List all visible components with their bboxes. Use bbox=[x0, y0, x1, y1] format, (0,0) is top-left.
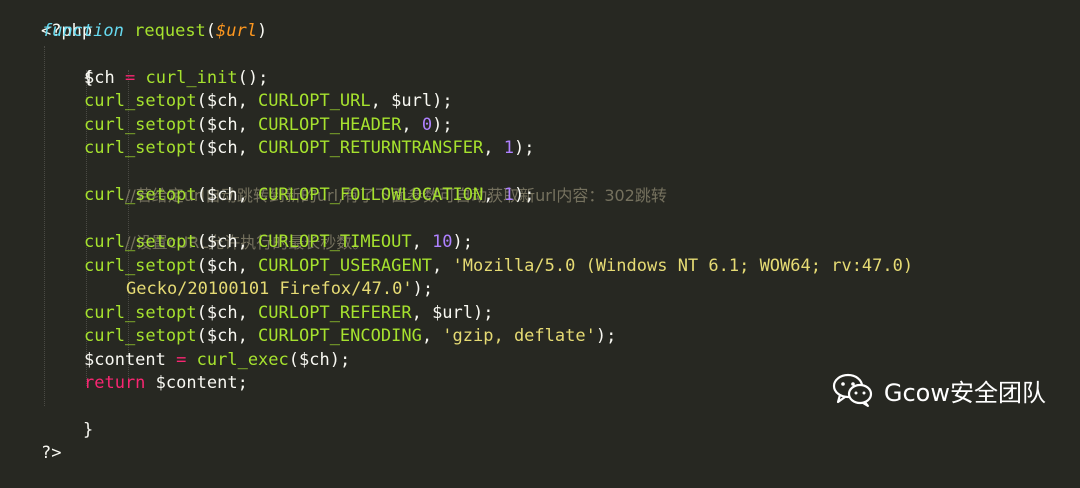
return-keyword: return bbox=[84, 373, 146, 393]
fn-curl-setopt: curl_setopt bbox=[84, 232, 197, 252]
const-curlopt-timeout: CURLOPT_TIMEOUT bbox=[258, 232, 412, 252]
code-line-close-brace: } bbox=[42, 396, 93, 440]
code-line-content-exec: $content = curl_exec($ch); bbox=[84, 350, 351, 370]
var-ch: $ch bbox=[206, 232, 238, 252]
code-line-setopt-referer: curl_setopt($ch, CURLOPT_REFERER, $url); bbox=[84, 303, 494, 323]
var-content: $content bbox=[155, 373, 238, 393]
const-curlopt-followlocation: CURLOPT_FOLLOWLOCATION bbox=[258, 185, 484, 205]
var-ch: $ch bbox=[206, 303, 238, 323]
code-line-ch-init: $ch = curl_init(); bbox=[84, 68, 269, 88]
var-ch: $ch bbox=[206, 326, 238, 346]
var-ch: $ch bbox=[206, 91, 238, 111]
code-line-return: return $content; bbox=[84, 373, 248, 393]
code-line-setopt-url: curl_setopt($ch, CURLOPT_URL, $url); bbox=[84, 91, 453, 111]
num-ten: 10 bbox=[432, 232, 453, 252]
code-line-useragent-wrap: Gecko/20100101 Firefox/47.0'); bbox=[126, 279, 434, 299]
code-line-comment-timeout: //设置cURL允许执行的最长秒数。 bbox=[84, 208, 368, 252]
var-content: $content bbox=[84, 350, 166, 370]
code-line-setopt-header: curl_setopt($ch, CURLOPT_HEADER, 0); bbox=[84, 115, 453, 135]
close-brace: } bbox=[82, 420, 94, 440]
code-line-setopt-encoding: curl_setopt($ch, CURLOPT_ENCODING, 'gzip… bbox=[84, 326, 617, 346]
string-useragent-part2: Gecko/20100101 Firefox/47.0' bbox=[126, 279, 413, 299]
watermark-label: Gcow安全团队 bbox=[883, 378, 1046, 407]
var-url: $url bbox=[432, 303, 474, 323]
var-ch: $ch bbox=[206, 138, 238, 158]
var-ch: $ch bbox=[206, 115, 238, 135]
string-encoding: 'gzip, deflate' bbox=[442, 326, 596, 346]
fn-curl-setopt: curl_setopt bbox=[84, 303, 197, 323]
code-line-comment-redirect: //若给定url自动跳转到新的url,有了下面参数可自动获取新url内容：302… bbox=[84, 161, 667, 205]
function-name: request bbox=[134, 21, 206, 41]
const-curlopt-header: CURLOPT_HEADER bbox=[258, 115, 402, 135]
fn-curl-setopt: curl_setopt bbox=[84, 256, 197, 276]
php-close-tag: ?> bbox=[40, 443, 62, 463]
const-curlopt-referer: CURLOPT_REFERER bbox=[258, 303, 412, 323]
code-line-setopt-return: curl_setopt($ch, CURLOPT_RETURNTRANSFER,… bbox=[84, 138, 535, 158]
fn-curl-exec: curl_exec bbox=[196, 350, 289, 370]
assign-op: = bbox=[176, 350, 187, 370]
var-ch: $ch bbox=[206, 256, 238, 276]
string-useragent-part1: 'Mozilla/5.0 (Windows NT 6.1; WOW64; rv:… bbox=[452, 256, 914, 276]
code-line-close-tag: ?> bbox=[0, 419, 61, 463]
var-ch: $ch bbox=[84, 68, 115, 88]
fn-curl-setopt: curl_setopt bbox=[84, 115, 197, 135]
assign-op: = bbox=[124, 68, 136, 88]
fn-curl-init: curl_init bbox=[145, 68, 238, 88]
var-ch: $ch bbox=[299, 350, 330, 370]
const-curlopt-encoding: CURLOPT_ENCODING bbox=[258, 326, 422, 346]
code-line-setopt-useragent: curl_setopt($ch, CURLOPT_USERAGENT, 'Moz… bbox=[84, 256, 914, 276]
function-param: $url bbox=[216, 21, 257, 41]
fn-curl-setopt: curl_setopt bbox=[84, 138, 197, 158]
const-curlopt-returntransfer: CURLOPT_RETURNTRANSFER bbox=[258, 138, 484, 158]
function-keyword: function bbox=[42, 21, 124, 41]
const-curlopt-url: CURLOPT_URL bbox=[258, 91, 371, 111]
code-line-open-brace: { bbox=[42, 44, 93, 88]
num-one: 1 bbox=[503, 185, 514, 205]
num-one: 1 bbox=[503, 138, 514, 158]
code-line-function-decl: function request($url) bbox=[42, 21, 268, 41]
code-line-open-tag: <?php bbox=[0, 0, 92, 41]
var-url: $url bbox=[391, 91, 433, 111]
fn-curl-setopt: curl_setopt bbox=[84, 185, 197, 205]
code-line-setopt-follow: curl_setopt($ch, CURLOPT_FOLLOWLOCATION,… bbox=[84, 185, 535, 205]
code-line-setopt-timeout: curl_setopt($ch, CURLOPT_TIMEOUT, 10); bbox=[84, 232, 474, 252]
fn-curl-setopt: curl_setopt bbox=[84, 326, 197, 346]
watermark: Gcow安全团队 bbox=[832, 372, 1046, 408]
fn-curl-setopt: curl_setopt bbox=[84, 91, 197, 111]
wechat-icon bbox=[832, 373, 872, 407]
const-curlopt-useragent: CURLOPT_USERAGENT bbox=[258, 256, 433, 276]
num-zero: 0 bbox=[421, 115, 433, 135]
var-ch: $ch bbox=[206, 185, 238, 205]
